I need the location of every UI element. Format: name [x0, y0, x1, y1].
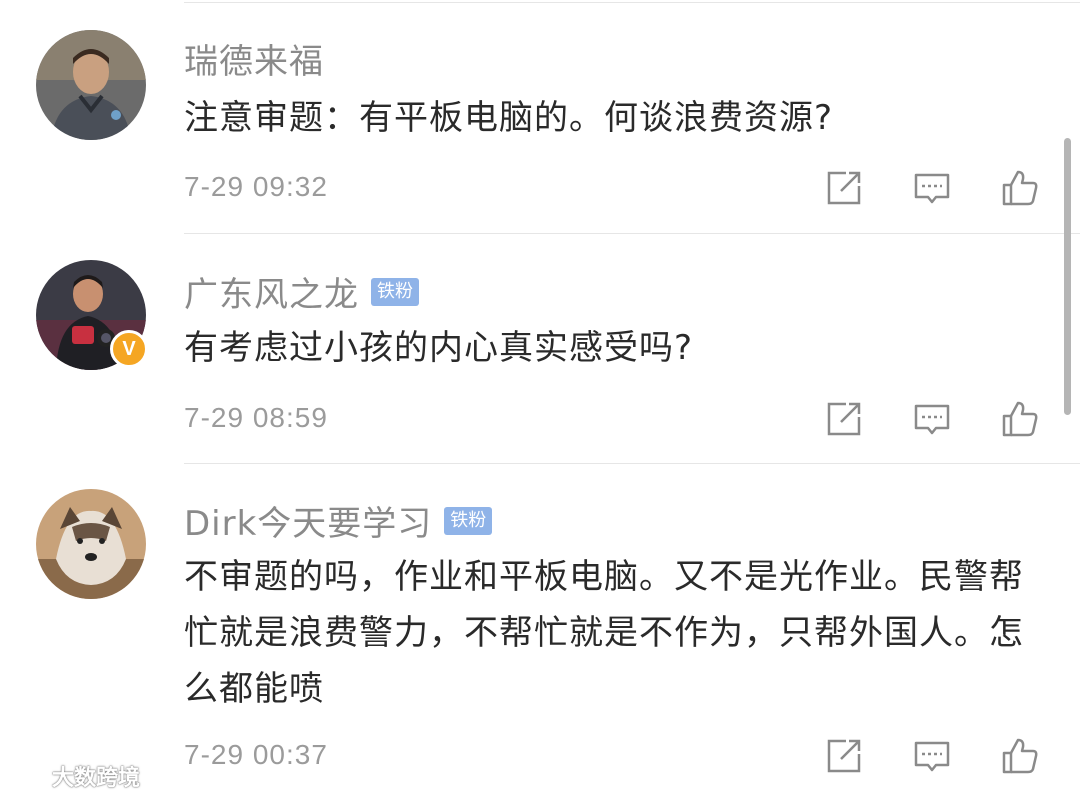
timestamp: 7-29 08:59: [184, 402, 328, 433]
comment-icon[interactable]: [912, 168, 952, 208]
comment-icon[interactable]: [912, 736, 952, 776]
avatar[interactable]: [36, 30, 146, 140]
avatar[interactable]: [36, 489, 146, 599]
comment-icon[interactable]: [912, 399, 952, 439]
username[interactable]: 广东风之龙: [184, 267, 359, 316]
like-icon[interactable]: [1000, 168, 1040, 208]
name-row: 广东风之龙 铁粉: [184, 267, 419, 316]
share-icon[interactable]: [824, 736, 864, 776]
avatar[interactable]: V: [36, 260, 148, 370]
verified-badge: V: [110, 330, 148, 368]
comment-item: V 广东风之龙 铁粉 有考虑过小孩的内心真实感受吗? 7-29 08:59: [0, 233, 1080, 463]
avatar-image: [36, 489, 146, 599]
comment-text: 有考虑过小孩的内心真实感受吗?: [184, 328, 694, 368]
scrollbar[interactable]: [1064, 138, 1071, 415]
comment-item: Dirk今天要学习 铁粉 不审题的吗，作业和平板电脑。又不是光作业。民警帮忙就是…: [0, 463, 1080, 793]
username[interactable]: 瑞德来福: [184, 34, 324, 83]
watermark: 大数跨境: [10, 760, 140, 792]
share-icon[interactable]: [824, 168, 864, 208]
divider: [184, 2, 1080, 3]
weibo-logo-icon: [10, 765, 43, 789]
timestamp: 7-29 00:37: [184, 739, 328, 770]
action-bar: [824, 168, 1040, 208]
fan-badge: 铁粉: [371, 277, 419, 306]
comment-text: 不审题的吗，作业和平板电脑。又不是光作业。民警帮忙就是浪费警力，不帮忙就是不作为…: [184, 557, 1024, 709]
watermark-text: 大数跨境: [52, 766, 141, 791]
like-icon[interactable]: [1000, 736, 1040, 776]
username[interactable]: Dirk今天要学习: [184, 496, 432, 545]
comment-item: 瑞德来福 注意审题：有平板电脑的。何谈浪费资源? 7-29 09:32: [0, 0, 1080, 233]
fan-badge: 铁粉: [444, 506, 493, 535]
like-icon[interactable]: [1000, 399, 1040, 439]
action-bar: [824, 399, 1040, 439]
name-row: Dirk今天要学习 铁粉: [184, 496, 493, 545]
comment-text: 注意审题：有平板电脑的。何谈浪费资源?: [184, 98, 834, 138]
avatar-image: [36, 30, 146, 140]
name-row: 瑞德来福: [184, 34, 324, 83]
share-icon[interactable]: [824, 399, 864, 439]
action-bar: [824, 736, 1040, 776]
timestamp: 7-29 09:32: [184, 171, 328, 202]
